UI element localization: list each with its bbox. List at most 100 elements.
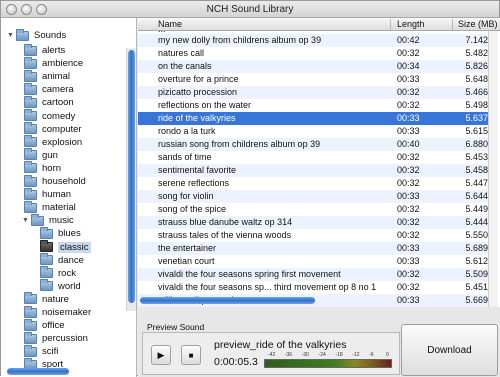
cell-size: 5.447	[465, 178, 488, 188]
cell-name: song of the spice	[158, 204, 227, 214]
cell-size: 5.444	[465, 217, 488, 227]
table-row[interactable]: sentimental favorite 00:32 5.458	[138, 164, 488, 177]
table-row[interactable]: natures call 00:32 5.482	[138, 47, 488, 60]
preview-box: ▶ ■ preview_ride of the valkyries 0:00:0…	[142, 332, 400, 375]
cell-name: sentimental favorite	[158, 165, 237, 175]
table-row[interactable]: serene reflections 00:32 5.447	[138, 177, 488, 190]
sidebar-item-label: music	[49, 215, 74, 227]
sidebar-item-label: camera	[42, 84, 74, 96]
cell-name: strauss tales of the vienna woods	[158, 230, 292, 240]
table-row[interactable]: sands of time 00:32 5.453	[138, 151, 488, 164]
table-row[interactable]: pizicatto procession 00:32 5.466	[138, 86, 488, 99]
folder-icon	[40, 266, 53, 279]
sidebar-item-label: alerts	[42, 45, 66, 56]
category-tree[interactable]: ▼ Sounds alerts ambience animal camera carto…	[1, 18, 137, 377]
cell-name: serene reflections	[158, 178, 230, 188]
sidebar-item-label: blues	[58, 228, 81, 240]
title-bar: NCH Sound Library	[1, 1, 499, 18]
cell-length: 00:34	[397, 61, 420, 71]
meter-bar	[264, 359, 392, 368]
table-horizontal-scroll-thumb[interactable]	[140, 297, 315, 304]
table-row[interactable]: vivaldi the four seasons spring first mo…	[138, 268, 488, 281]
table-row[interactable]: reflections on the water 00:32 5.498	[138, 99, 488, 112]
sidebar-item-label: ambience	[42, 58, 84, 70]
cell-name: reflections on the water	[158, 100, 252, 110]
folder-icon	[24, 305, 37, 318]
download-button[interactable]: Download	[401, 324, 498, 376]
folder-icon	[24, 95, 37, 108]
disclosure-open-icon[interactable]: ▼	[7, 32, 16, 39]
column-header-length[interactable]: Length	[397, 19, 425, 29]
cell-length: 00:32	[397, 217, 420, 227]
cell-length: 00:33	[397, 126, 420, 136]
table-row[interactable]: vivaldi the four seasons sp... third mov…	[138, 281, 488, 294]
preview-panel: Preview Sound ▶ ■ preview_ride of the va…	[138, 307, 500, 377]
column-header-size[interactable]: Size (MB)	[458, 19, 498, 29]
folder-icon	[40, 226, 53, 239]
column-separator	[452, 19, 453, 30]
sidebar-scroll-thumb[interactable]	[128, 50, 135, 303]
folder-icon	[24, 69, 37, 82]
preview-section-label: Preview Sound	[147, 322, 205, 332]
cell-length: 00:32	[397, 100, 420, 110]
meter-scale-label: -18	[335, 352, 343, 358]
window-title: NCH Sound Library	[206, 4, 294, 15]
cell-name: rondo a la turk	[158, 126, 216, 136]
play-button[interactable]: ▶	[151, 345, 171, 365]
meter-scale-label: -36	[284, 352, 293, 358]
cell-name: vivaldi the four seasons spring first mo…	[158, 269, 341, 279]
cell-name: sands of time	[158, 152, 212, 162]
folder-icon	[31, 213, 44, 226]
cell-size: 5.644	[465, 191, 488, 201]
table-row[interactable]: strauss blue danube waltz op 314 00:32 5.4…	[138, 216, 488, 229]
cell-size: 5.449	[465, 204, 488, 214]
folder-icon	[24, 43, 37, 56]
column-header-name[interactable]: Name	[158, 19, 182, 29]
tree-root[interactable]: ▼ Sounds	[7, 28, 66, 43]
meter-scale-label: -30	[301, 352, 309, 358]
cell-length: 00:32	[397, 178, 420, 188]
table-row[interactable]: ride of the valkyries 00:33 5.637	[138, 112, 488, 125]
table-row[interactable]: strauss tales of the vienna woods 00:32 5.…	[138, 229, 488, 242]
cell-length: 00:42	[397, 35, 420, 45]
sidebar-item-label: computer	[42, 123, 82, 135]
sidebar-item-label: material	[42, 202, 76, 214]
table-row[interactable]: overture for a prince 00:33 5.648	[138, 73, 488, 86]
sidebar-horizontal-scroll-thumb[interactable]	[7, 368, 69, 375]
table-vertical-scrollbar[interactable]	[488, 31, 498, 307]
meter-scale-label: -12	[352, 352, 360, 358]
cell-length: 00:32	[397, 282, 420, 292]
table-row[interactable]: song of the spice 00:32 5.449	[138, 203, 488, 216]
sidebar-item-label: gun	[42, 149, 58, 161]
disclosure-open-icon[interactable]: ▼	[22, 217, 31, 224]
cell-size: 5.637	[465, 113, 488, 123]
table-row[interactable]: the entertainer 00:33 5.689	[138, 242, 488, 255]
preview-time: 0:00:05.3	[214, 356, 258, 368]
cell-size: 5.453	[465, 152, 488, 162]
table-row[interactable]: russian song from childrens album op 39 0…	[138, 138, 488, 151]
table-row[interactable]: rondo a la turk 00:33 5.615	[138, 125, 488, 138]
stop-button[interactable]: ■	[181, 345, 201, 365]
cell-length: 00:33	[397, 295, 420, 305]
cell-name: venetian court	[158, 256, 215, 266]
folder-icon	[24, 56, 37, 69]
folder-icon	[24, 200, 37, 213]
sidebar-item-label: scifi	[42, 346, 59, 358]
cell-size: 5.612	[465, 256, 488, 266]
cell-size: 5.648	[465, 74, 488, 84]
folder-icon	[24, 135, 37, 148]
sidebar-item-label: cartoon	[42, 97, 74, 109]
cell-name: russian song from childrens album op 39	[158, 139, 321, 149]
table-row[interactable]: my new dolly from childrens album op 39 0…	[138, 34, 488, 47]
folder-icon	[16, 28, 29, 41]
cell-length: 00:33	[397, 74, 420, 84]
cell-name: on the canals	[158, 61, 212, 71]
folder-icon	[40, 253, 53, 266]
cell-name: natures call	[158, 48, 205, 58]
table-row[interactable]: venetian court 00:33 5.612	[138, 255, 488, 268]
table-row[interactable]: on the canals 00:34 5.826	[138, 60, 488, 73]
table-row[interactable]: song for violin 00:33 5.644	[138, 190, 488, 203]
cell-size: 5.498	[465, 100, 488, 110]
sidebar-vertical-scrollbar[interactable]	[126, 48, 136, 311]
cell-size: 5.509	[465, 269, 488, 279]
